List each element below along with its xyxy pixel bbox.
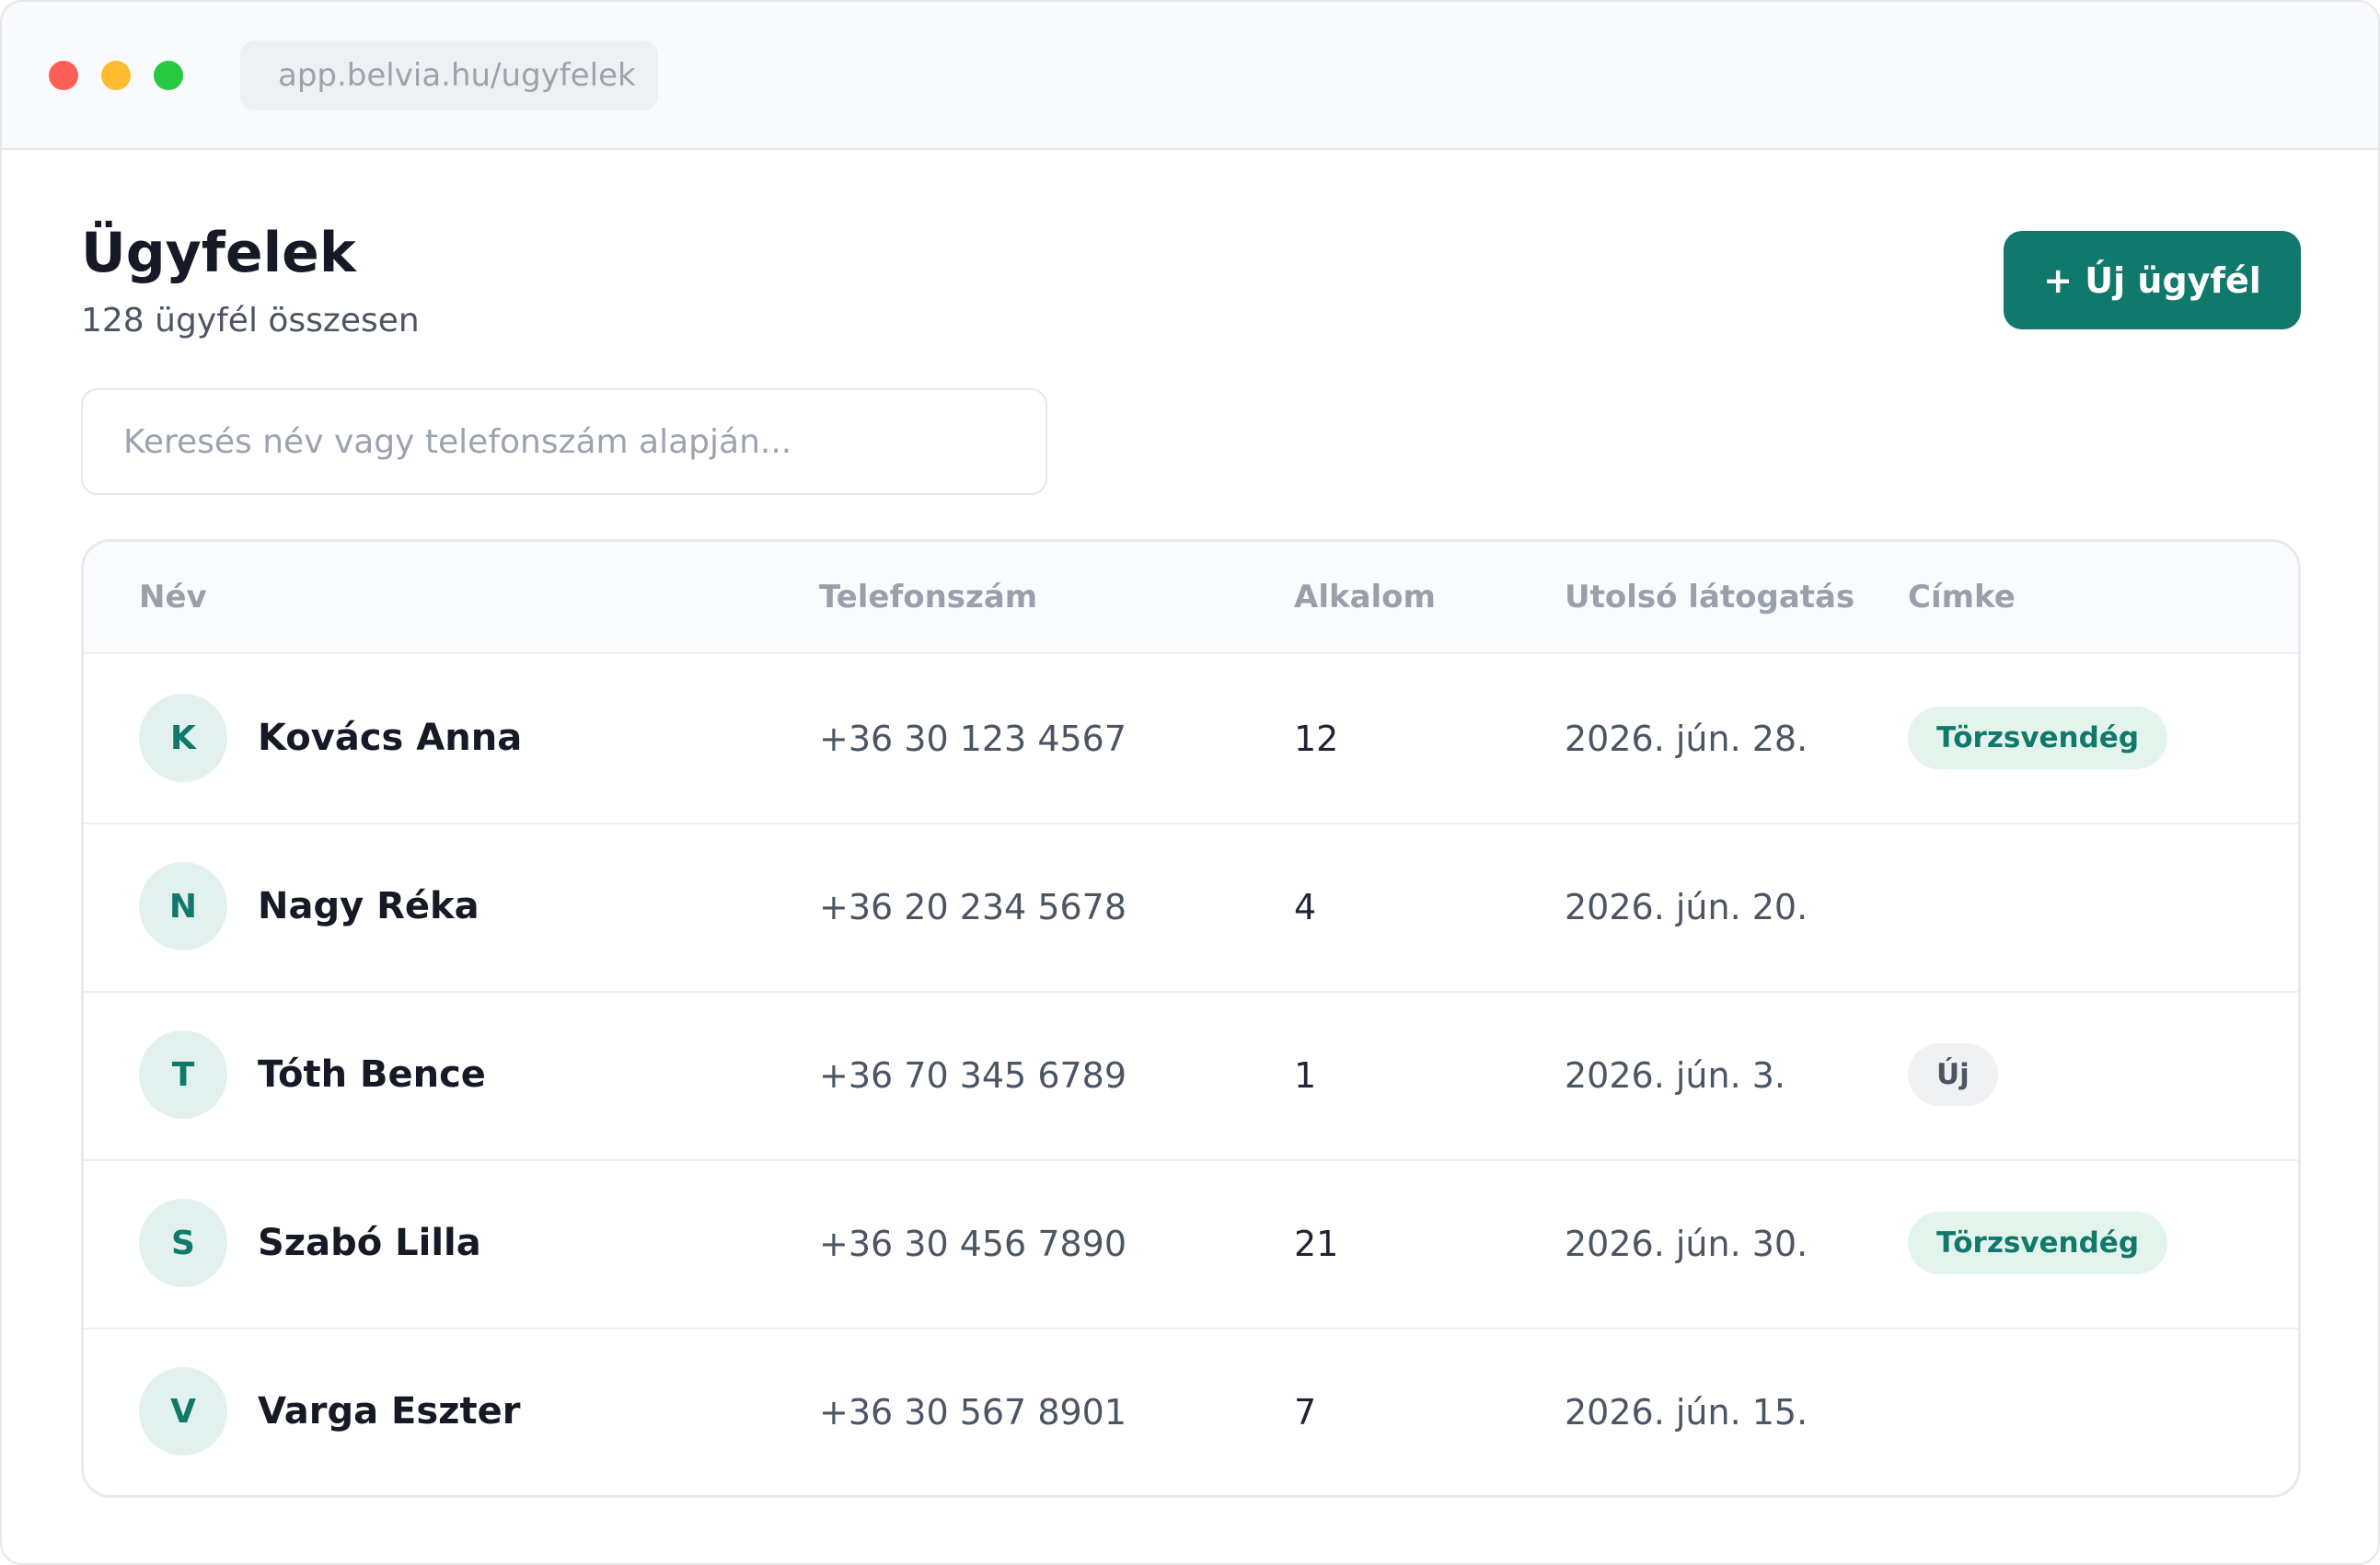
- customer-phone: +36 70 345 6789: [819, 1055, 1127, 1096]
- customer-last-visit: 2026. jún. 3.: [1565, 1055, 1786, 1096]
- customer-phone: +36 30 567 8901: [819, 1392, 1127, 1433]
- customer-last-visit: 2026. jún. 28.: [1565, 719, 1808, 759]
- avatar: T: [139, 1030, 227, 1119]
- table-row[interactable]: V Varga Eszter +36 30 567 8901 7 2026. j…: [84, 1328, 2298, 1495]
- customer-name[interactable]: Tóth Bence: [258, 1053, 486, 1096]
- customer-last-visit: 2026. jún. 15.: [1565, 1392, 1808, 1433]
- table-row[interactable]: K Kovács Anna +36 30 123 4567 12 2026. j…: [84, 654, 2298, 824]
- page-title: Ügyfelek: [81, 221, 356, 285]
- customer-last-visit: 2026. jún. 30.: [1565, 1224, 1808, 1264]
- column-header-tag[interactable]: Címke: [1908, 579, 2016, 616]
- avatar: N: [139, 862, 227, 950]
- avatar: K: [139, 694, 227, 782]
- customer-name[interactable]: Nagy Réka: [258, 885, 479, 927]
- avatar: S: [139, 1199, 227, 1287]
- table-row[interactable]: T Tóth Bence +36 70 345 6789 1 2026. jún…: [84, 991, 2298, 1161]
- browser-window: app.belvia.hu/ugyfelek Ügyfelek 128 ügyf…: [0, 0, 2380, 1565]
- status-badge: Új: [1908, 1043, 1998, 1106]
- customer-phone: +36 20 234 5678: [819, 887, 1127, 927]
- customers-table: Név Telefonszám Alkalom Utolsó látogatás…: [81, 539, 2301, 1498]
- table-header: Név Telefonszám Alkalom Utolsó látogatás…: [84, 542, 2298, 654]
- customer-visits: 21: [1294, 1224, 1339, 1264]
- browser-titlebar: app.belvia.hu/ugyfelek: [2, 2, 2378, 150]
- close-window-dot-icon[interactable]: [49, 61, 78, 90]
- table-row[interactable]: N Nagy Réka +36 20 234 5678 4 2026. jún.…: [84, 823, 2298, 993]
- new-customer-button[interactable]: + Új ügyfél: [2004, 231, 2301, 329]
- status-badge: Törzsvendég: [1908, 1212, 2168, 1274]
- search-input[interactable]: [81, 388, 1047, 495]
- minimize-window-dot-icon[interactable]: [101, 61, 131, 90]
- customer-visits: 1: [1294, 1055, 1317, 1096]
- status-badge: Törzsvendég: [1908, 707, 2168, 769]
- column-header-last-visit[interactable]: Utolsó látogatás: [1565, 579, 1854, 616]
- customer-visits: 12: [1294, 719, 1339, 759]
- customer-phone: +36 30 456 7890: [819, 1224, 1127, 1264]
- address-bar[interactable]: app.belvia.hu/ugyfelek: [240, 40, 658, 110]
- customer-name[interactable]: Szabó Lilla: [258, 1222, 481, 1264]
- customer-count: 128 ügyfél összesen: [81, 302, 420, 339]
- customer-name[interactable]: Kovács Anna: [258, 717, 522, 759]
- customer-phone: +36 30 123 4567: [819, 719, 1127, 759]
- customer-visits: 7: [1294, 1392, 1317, 1433]
- column-header-visits[interactable]: Alkalom: [1294, 579, 1436, 616]
- customer-name[interactable]: Varga Eszter: [258, 1390, 520, 1433]
- maximize-window-dot-icon[interactable]: [154, 61, 183, 90]
- column-header-name[interactable]: Név: [139, 579, 207, 616]
- avatar: V: [139, 1367, 227, 1456]
- table-row[interactable]: S Szabó Lilla +36 30 456 7890 21 2026. j…: [84, 1159, 2298, 1329]
- customer-visits: 4: [1294, 887, 1317, 927]
- customer-last-visit: 2026. jún. 20.: [1565, 887, 1808, 927]
- column-header-phone[interactable]: Telefonszám: [819, 579, 1037, 616]
